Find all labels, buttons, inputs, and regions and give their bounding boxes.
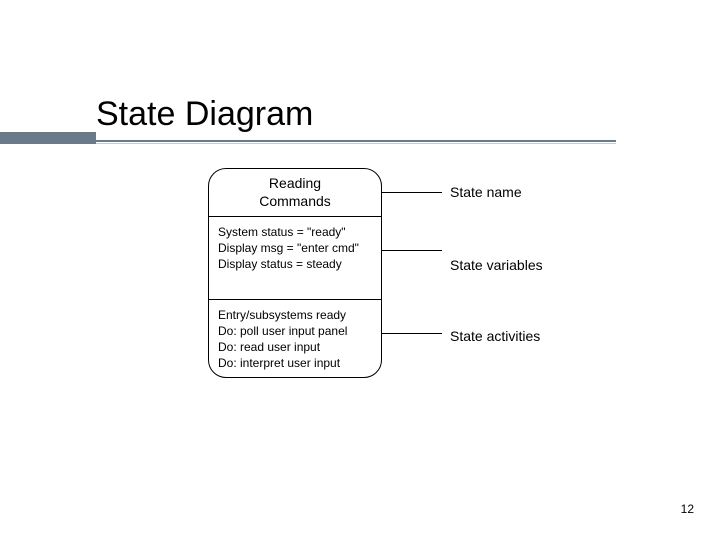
state-var-line: Display msg = "enter cmd"	[218, 240, 372, 256]
page-number: 12	[681, 502, 694, 516]
state-name-compartment: Reading Commands	[209, 169, 381, 217]
state-activity-line: Do: interpret user input	[218, 355, 372, 371]
state-activity-line: Do: read user input	[218, 339, 372, 355]
state-activities-compartment: Entry/subsystems ready Do: poll user inp…	[209, 300, 381, 388]
label-state-name: State name	[450, 184, 522, 200]
label-state-variables: State variables	[450, 257, 543, 273]
state-variables-compartment: System status = "ready" Display msg = "e…	[209, 217, 381, 300]
state-activity-line: Do: poll user input panel	[218, 323, 372, 339]
state-name-line2: Commands	[215, 193, 375, 211]
connector-line	[382, 333, 442, 334]
connector-line	[382, 192, 442, 193]
label-state-activities: State activities	[450, 328, 540, 344]
state-var-line: System status = "ready"	[218, 224, 372, 240]
state-node: Reading Commands System status = "ready"…	[208, 168, 382, 378]
state-var-line: Display status = steady	[218, 256, 372, 272]
title-underline	[96, 140, 616, 144]
state-name-line1: Reading	[215, 175, 375, 193]
state-activity-line: Entry/subsystems ready	[218, 307, 372, 323]
slide-title: State Diagram	[96, 95, 616, 136]
connector-line	[382, 250, 442, 251]
title-block: State Diagram	[96, 95, 616, 144]
title-accent-bar	[0, 132, 96, 144]
